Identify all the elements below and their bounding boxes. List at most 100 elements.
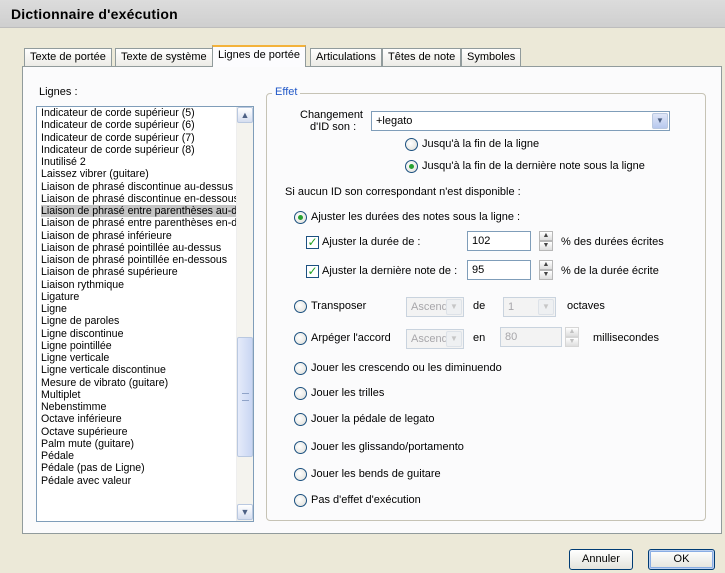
no-id-text: Si aucun ID son correspondant n'est disp… [285,186,521,198]
spin-down-icon[interactable]: ▼ [539,270,553,280]
adjust-durations-radio[interactable] [294,211,307,224]
trills-label: Jouer les trilles [311,387,385,399]
list-item[interactable]: Inutilisé 2 [41,156,237,168]
end-of-last-note-label: Jusqu'à la fin de la dernière note sous … [422,160,645,172]
adjust-duration-stepper[interactable]: ▲ ▼ [539,231,553,251]
list-item[interactable]: Ligne de paroles [41,315,237,327]
list-item[interactable]: Ligature [41,291,237,303]
list-item[interactable]: Indicateur de corde supérieur (6) [41,119,237,131]
list-item[interactable]: Liaison de phrasé pointillée au-dessus [41,242,237,254]
crescendo-radio[interactable] [294,362,307,375]
adjust-duration-label: Ajuster la durée de : [322,236,421,248]
tab-lignes-de-portee[interactable]: Lignes de portée [212,45,306,67]
arpeggio-direction-combo[interactable]: Ascend ▼ [406,329,464,349]
adjust-duration-input[interactable]: 102 [467,231,531,251]
list-item[interactable]: Indicateur de corde supérieur (5) [41,107,237,119]
list-item[interactable]: Liaison rythmique [41,279,237,291]
transpose-direction-combo[interactable]: Ascend ▼ [406,297,464,317]
list-item[interactable]: Octave inférieure [41,413,237,425]
lines-label: Lignes : [39,86,78,98]
adjust-last-checkbox[interactable]: ✓ [306,265,319,278]
list-item[interactable]: Ligne discontinue [41,328,237,340]
list-item[interactable]: Multiplet [41,389,237,401]
tab-texte-de-portee[interactable]: Texte de portée [24,48,112,66]
arpeggio-unit: millisecondes [593,332,660,344]
no-effect-radio[interactable] [294,494,307,507]
end-of-line-radio[interactable] [405,138,418,151]
adjust-durations-label: Ajuster les durées des notes sous la lig… [311,211,521,223]
checkmark-icon: ✓ [307,235,318,249]
sound-id-label-1: Changement [300,109,363,121]
adjust-duration-unit: % des durées écrites [561,236,664,248]
list-item[interactable]: Indicateur de corde supérieur (8) [41,144,237,156]
arpeggio-label: Arpéger l'accord [311,332,391,344]
legato-pedal-radio[interactable] [294,413,307,426]
list-scrollbar[interactable]: ▲ ▼ [236,107,253,521]
list-item[interactable]: Indicateur de corde supérieur (7) [41,132,237,144]
list-item[interactable]: Liaison de phrasé pointillée en-dessous [41,254,237,266]
no-effect-label: Pas d'effet d'exécution [311,494,421,506]
tab-symboles[interactable]: Symboles [461,48,522,66]
chevron-down-icon[interactable]: ▼ [652,113,668,129]
lines-listbox[interactable]: Indicateur de corde supérieur (5) Indicat… [36,106,254,522]
arpeggio-en-label: en [473,332,486,344]
list-item[interactable]: Nebenstimme [41,401,237,413]
list-item[interactable]: Ligne verticale [41,352,237,364]
spin-up-icon[interactable]: ▲ [565,327,579,337]
list-item[interactable]: Pédale [41,450,237,462]
list-item[interactable]: Laissez vibrer (guitare) [41,168,237,180]
spin-down-icon[interactable]: ▼ [565,337,579,347]
scroll-up-button[interactable]: ▲ [237,107,253,123]
list-item[interactable]: Pédale (pas de Ligne) [41,462,237,474]
transpose-unit: octaves [567,300,605,312]
legato-pedal-label: Jouer la pédale de legato [311,413,435,425]
transpose-radio[interactable] [294,300,307,313]
tab-tetes-de-note[interactable]: Têtes de note [382,48,462,66]
list-item[interactable]: Pédale avec valeur [41,475,237,487]
transpose-de-label: de [473,300,486,312]
arpeggio-ms-stepper[interactable]: ▲ ▼ [565,327,579,347]
list-item[interactable]: Liaison de phrasé entre parenthèses au-d… [41,205,237,218]
scroll-down-button[interactable]: ▼ [237,504,253,520]
transpose-amount-combo[interactable]: 1 ▼ [503,297,556,317]
end-of-last-note-radio[interactable] [405,160,418,173]
ok-button[interactable]: OK [648,549,715,570]
adjust-last-input[interactable]: 95 [467,260,531,280]
tab-texte-de-systeme[interactable]: Texte de système [115,48,213,66]
arpeggio-direction-value: Ascend [411,333,448,345]
cancel-button[interactable]: Annuler [569,549,633,570]
adjust-duration-checkbox[interactable]: ✓ [306,236,319,249]
adjust-last-stepper[interactable]: ▲ ▼ [539,260,553,280]
chevron-up-icon: ▲ [240,110,250,120]
scroll-thumb[interactable] [237,337,253,457]
glissando-radio[interactable] [294,441,307,454]
effect-legend: Effet [272,86,301,98]
bends-radio[interactable] [294,468,307,481]
spin-down-icon[interactable]: ▼ [539,241,553,251]
list-item[interactable]: Liaison de phrasé inférieure [41,230,237,242]
list-item[interactable]: Ligne [41,303,237,315]
trills-radio[interactable] [294,387,307,400]
dialog-title: Dictionnaire d'exécution [11,6,178,22]
list-item[interactable]: Octave supérieure [41,426,237,438]
transpose-label: Transposer [311,300,367,312]
title-bar: Dictionnaire d'exécution [0,0,725,28]
arpeggio-ms-input[interactable]: 80 [500,327,562,347]
list-item[interactable]: Liaison de phrasé discontinue au-dessus [41,181,237,193]
spin-up-icon[interactable]: ▲ [539,231,553,241]
list-item[interactable]: Ligne verticale discontinue [41,364,237,376]
arpeggio-radio[interactable] [294,332,307,345]
chevron-down-icon[interactable]: ▼ [446,331,462,347]
list-item[interactable]: Palm mute (guitare) [41,438,237,450]
tab-articulations[interactable]: Articulations [310,48,382,66]
list-item[interactable]: Mesure de vibrato (guitare) [41,377,237,389]
chevron-down-icon[interactable]: ▼ [446,299,462,315]
spin-up-icon[interactable]: ▲ [539,260,553,270]
chevron-down-icon[interactable]: ▼ [538,299,554,315]
list-item[interactable]: Liaison de phrasé entre parenthèses en-d… [41,217,237,229]
list-item[interactable]: Liaison de phrasé discontinue en-dessous [41,193,237,205]
grip-icon [242,393,249,401]
list-item[interactable]: Liaison de phrasé supérieure [41,266,237,278]
sound-id-combo[interactable]: +legato ▼ [371,111,670,131]
list-item[interactable]: Ligne pointillée [41,340,237,352]
